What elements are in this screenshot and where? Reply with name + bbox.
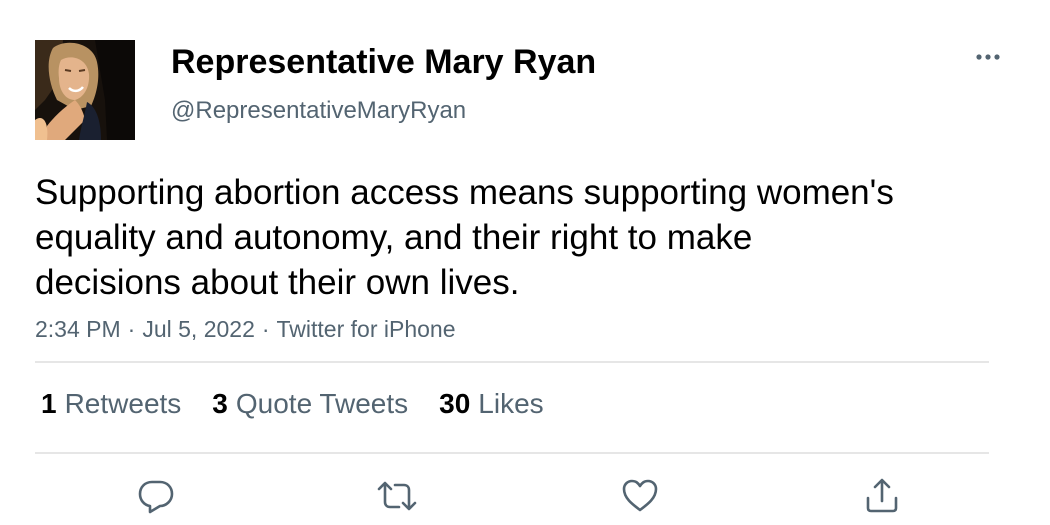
- likes-stat[interactable]: 30 Likes: [439, 388, 544, 420]
- heart-icon: [622, 479, 658, 512]
- tweet-time[interactable]: 2:34 PM: [35, 316, 121, 342]
- tweet-card: Representative Mary Ryan @Representative…: [0, 0, 1050, 525]
- likes-count: 30: [439, 388, 471, 419]
- quote-tweets-stat[interactable]: 3 Quote Tweets: [212, 388, 408, 420]
- avatar[interactable]: [35, 40, 135, 140]
- meta-separator: ·: [261, 316, 270, 342]
- divider: [35, 361, 989, 363]
- tweet-text-line: equality and autonomy, and their right t…: [35, 218, 753, 257]
- author-handle[interactable]: @RepresentativeMaryRyan: [171, 97, 466, 125]
- share-button[interactable]: [860, 474, 904, 518]
- author-display-name[interactable]: Representative Mary Ryan: [171, 43, 596, 82]
- retweets-count: 1: [41, 388, 57, 419]
- divider: [35, 452, 989, 454]
- tweet-meta: 2:34 PM · Jul 5, 2022 · Twitter for iPhone: [35, 316, 456, 343]
- more-horizontal-icon: [976, 54, 1000, 60]
- retweets-stat[interactable]: 1 Retweets: [41, 388, 181, 420]
- tweet-text: Supporting abortion access means support…: [35, 170, 975, 305]
- quote-tweets-label: Quote Tweets: [235, 388, 409, 419]
- avatar-photo: [35, 40, 135, 140]
- likes-label: Likes: [478, 388, 544, 419]
- retweet-icon: [377, 481, 417, 511]
- reply-button[interactable]: [134, 474, 178, 518]
- retweet-button[interactable]: [375, 474, 419, 518]
- like-button[interactable]: [618, 474, 662, 518]
- engagement-stats: 1 Retweets 3 Quote Tweets 30 Likes: [41, 388, 544, 420]
- retweets-label: Retweets: [64, 388, 182, 419]
- share-icon: [866, 478, 898, 513]
- tweet-text-line: Supporting abortion access means support…: [35, 173, 894, 212]
- meta-separator: ·: [127, 316, 136, 342]
- more-options-button[interactable]: [968, 44, 1008, 70]
- tweet-source[interactable]: Twitter for iPhone: [277, 316, 456, 342]
- quote-tweets-count: 3: [212, 388, 228, 419]
- tweet-date[interactable]: Jul 5, 2022: [142, 316, 255, 342]
- tweet-text-line: decisions about their own lives.: [35, 263, 520, 302]
- reply-icon: [138, 480, 174, 514]
